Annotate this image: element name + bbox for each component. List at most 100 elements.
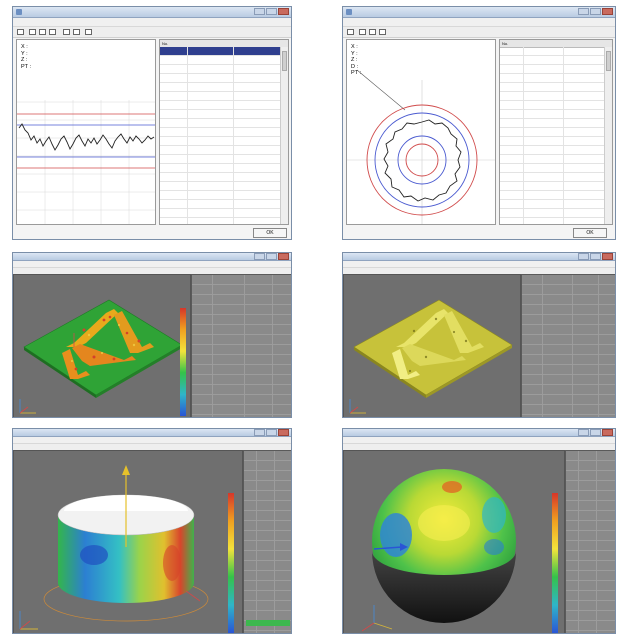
maximize-icon[interactable] xyxy=(590,8,601,15)
title-bar[interactable] xyxy=(343,7,615,18)
table-row[interactable] xyxy=(500,74,605,83)
selected-row-highlight[interactable] xyxy=(246,620,290,626)
table-row[interactable] xyxy=(160,83,281,92)
table-row[interactable] xyxy=(500,83,605,92)
profile-graph-panel: X : Y : Z : PT : xyxy=(16,39,156,225)
table-row[interactable] xyxy=(500,191,605,200)
scrollbar-thumb[interactable] xyxy=(606,51,611,71)
minimize-icon[interactable] xyxy=(254,429,265,436)
table-row[interactable] xyxy=(160,191,281,200)
minimize-icon[interactable] xyxy=(254,253,265,260)
table-row[interactable] xyxy=(500,137,605,146)
maximize-icon[interactable] xyxy=(266,253,277,260)
table-row[interactable] xyxy=(500,47,605,56)
tool-icon[interactable] xyxy=(73,29,80,35)
stats-readout: X : Y : Z : D : PT : xyxy=(351,44,361,77)
tool-icon[interactable] xyxy=(63,29,70,35)
3d-view[interactable] xyxy=(13,450,243,633)
ok-button[interactable]: OK xyxy=(253,228,287,238)
table-row[interactable] xyxy=(500,65,605,74)
table-row[interactable] xyxy=(160,137,281,146)
maximize-icon[interactable] xyxy=(266,8,277,15)
axis-triad-icon xyxy=(349,399,366,414)
title-bar[interactable] xyxy=(343,253,615,261)
table-row[interactable] xyxy=(500,146,605,155)
table-row[interactable] xyxy=(160,218,281,224)
table-row[interactable] xyxy=(500,173,605,182)
copy-icon[interactable] xyxy=(39,29,46,35)
3d-view[interactable] xyxy=(13,274,191,417)
close-icon[interactable] xyxy=(278,8,289,15)
menu-bar xyxy=(13,437,291,444)
table-row[interactable] xyxy=(500,155,605,164)
tool-icon[interactable] xyxy=(85,29,92,35)
table-row[interactable] xyxy=(500,128,605,137)
table-row[interactable] xyxy=(500,218,605,224)
minimize-icon[interactable] xyxy=(578,253,589,260)
ok-button[interactable]: OK xyxy=(573,228,607,238)
close-icon[interactable] xyxy=(602,429,613,436)
table-row[interactable] xyxy=(160,56,281,65)
table-row[interactable] xyxy=(500,200,605,209)
table-row[interactable] xyxy=(160,146,281,155)
table-row[interactable] xyxy=(160,182,281,191)
menu-bar xyxy=(13,261,291,268)
table-scrollbar[interactable] xyxy=(280,47,288,224)
axis-triad-icon xyxy=(19,399,36,414)
maximize-icon[interactable] xyxy=(266,429,277,436)
column-header-no: No. xyxy=(162,41,169,46)
title-bar[interactable] xyxy=(343,429,615,437)
profile-graph xyxy=(17,100,155,224)
table-row[interactable] xyxy=(500,209,605,218)
close-icon[interactable] xyxy=(278,253,289,260)
table-row[interactable] xyxy=(500,56,605,65)
maximize-icon[interactable] xyxy=(590,429,601,436)
open-icon[interactable] xyxy=(17,29,24,35)
table-row[interactable] xyxy=(160,155,281,164)
color-scale-icon xyxy=(228,493,234,633)
table-row[interactable] xyxy=(160,74,281,83)
table-scrollbar[interactable] xyxy=(604,47,612,224)
table-row[interactable] xyxy=(160,101,281,110)
open-icon[interactable] xyxy=(347,29,354,35)
column-header-no: No. xyxy=(502,41,509,46)
table-row[interactable] xyxy=(160,92,281,101)
minimize-icon[interactable] xyxy=(578,429,589,436)
print-icon[interactable] xyxy=(379,29,386,35)
3d-view[interactable] xyxy=(343,274,521,417)
scrollbar-thumb[interactable] xyxy=(282,51,287,71)
table-row[interactable] xyxy=(160,128,281,137)
table-row[interactable] xyxy=(160,200,281,209)
window-3d-surface-n xyxy=(12,252,292,418)
print-icon[interactable] xyxy=(49,29,56,35)
data-table: No. xyxy=(499,39,613,225)
minimize-icon[interactable] xyxy=(578,8,589,15)
title-bar[interactable] xyxy=(13,253,291,261)
table-row[interactable] xyxy=(500,101,605,110)
table-row[interactable] xyxy=(160,209,281,218)
table-row[interactable] xyxy=(500,119,605,128)
table-row[interactable] xyxy=(160,47,281,56)
table-row[interactable] xyxy=(160,164,281,173)
table-row[interactable] xyxy=(500,164,605,173)
table-row[interactable] xyxy=(160,110,281,119)
data-table xyxy=(191,274,291,417)
table-row[interactable] xyxy=(160,173,281,182)
table-row[interactable] xyxy=(500,110,605,119)
close-icon[interactable] xyxy=(602,253,613,260)
table-row[interactable] xyxy=(500,92,605,101)
close-icon[interactable] xyxy=(278,429,289,436)
title-bar[interactable] xyxy=(13,429,291,437)
table-row[interactable] xyxy=(160,119,281,128)
table-rows xyxy=(160,47,281,224)
close-icon[interactable] xyxy=(602,8,613,15)
title-bar[interactable] xyxy=(13,7,291,18)
copy-icon[interactable] xyxy=(369,29,376,35)
save-icon[interactable] xyxy=(359,29,366,35)
save-icon[interactable] xyxy=(29,29,36,35)
3d-view[interactable] xyxy=(343,450,565,633)
table-row[interactable] xyxy=(500,182,605,191)
maximize-icon[interactable] xyxy=(590,253,601,260)
table-row[interactable] xyxy=(160,65,281,74)
minimize-icon[interactable] xyxy=(254,8,265,15)
